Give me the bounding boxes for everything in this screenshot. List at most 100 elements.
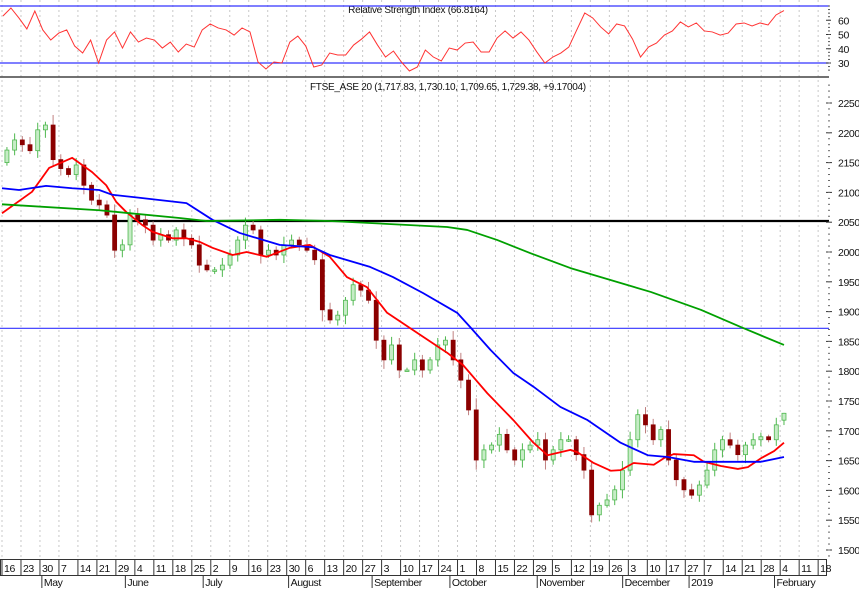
candle-up [596,502,602,522]
y-axis: 60 50 40 30 2250 2200 2150 2100 2050 2000 1950 1900… [826,5,859,557]
candle-body [758,436,764,441]
date-tick-label: 24 [441,563,452,575]
price-tick-label: 1650 [838,456,859,468]
candle-down [50,114,56,167]
month-label: 2019 [691,577,713,589]
date-tick-label: 12 [573,563,584,575]
candle-up [612,485,618,506]
date-tick-label: 8 [479,563,485,575]
price-tick-label: 1550 [838,515,859,527]
candle-up [212,267,218,275]
candle-body [635,414,641,441]
candle-down [689,483,695,499]
candle-body [566,439,571,442]
candle-down [504,428,510,454]
date-tick-label: 3 [630,563,636,575]
candle-body [96,199,102,206]
candle-up [227,249,233,269]
price-tick-label: 1500 [838,545,859,557]
candle-down [458,352,464,389]
candle-body [258,229,264,256]
candle-down [419,354,425,378]
date-tick-label: 29 [535,563,546,575]
price-title: FTSE_ASE 20 (1,717.83, 1,730.10, 1,709.6… [310,82,586,93]
candle-down [473,398,479,470]
date-tick-label: 7 [61,563,67,575]
candle-body [412,359,418,371]
candle-body [750,439,756,446]
candle-down [666,420,671,466]
candle-up [635,409,641,448]
rsi-tick-label: 60 [838,15,849,27]
candle-down [512,447,518,466]
candle-body [427,359,433,371]
date-tick-label: 21 [744,563,755,575]
price-tick-label: 2150 [838,158,859,170]
candle-up [496,427,502,452]
candle-up [712,442,718,477]
price-tick-label: 1800 [838,366,859,378]
month-label: October [452,577,487,589]
candle-down [319,252,325,322]
candle-body [335,314,341,321]
candle-body [319,259,325,311]
candle-down [189,234,194,249]
candle-down [366,281,371,304]
candle-down [250,220,256,235]
candle-body [243,224,248,241]
price-tick-label: 1950 [838,277,859,289]
date-tick-label: 30 [289,563,300,575]
candle-body [620,469,625,491]
date-tick-label: 10 [403,563,414,575]
date-tick-label: 23 [23,563,34,575]
date-tick-label: 18 [820,563,831,575]
price-tick-label: 2000 [838,247,859,259]
candle-body [104,204,110,216]
candle-body [466,379,471,411]
candle-body [712,449,718,471]
candle-down [735,439,741,461]
candle-up [773,417,779,446]
date-tick-label: 25 [194,563,205,575]
candle-body [266,249,271,256]
candle-body [350,284,356,301]
date-tick-label: 9 [232,563,238,575]
candle-body [27,144,33,152]
candle-body [419,359,425,371]
date-tick-label: 27 [365,563,376,575]
candle-body [558,439,564,451]
date-tick-label: 22 [516,563,527,575]
candle-up [758,432,764,447]
candle-body [681,479,687,491]
candle-body [50,124,56,161]
candle-down [466,374,471,416]
candle-body [781,412,787,421]
candle-body [720,439,725,451]
month-label: July [205,577,223,589]
date-tick-label: 3 [384,563,390,575]
candle-up [435,337,441,367]
month-label: February [776,577,816,589]
candle-body [473,409,479,461]
candle-up [404,367,410,372]
candle-body [43,124,48,131]
candle-down [96,194,102,211]
candle-body [143,219,148,226]
candle-up [696,480,702,502]
month-label: November [539,577,585,589]
date-tick-label: 10 [649,563,660,575]
candle-up [489,442,495,454]
candle-body [443,339,448,346]
candle-body [704,469,710,486]
candle-body [481,449,487,461]
candle-body [296,239,302,246]
candle-body [112,214,118,251]
candle-body [312,249,318,261]
candle-body [396,344,402,371]
candle-down [27,136,33,155]
candle-body [12,139,18,151]
candle-down [19,136,25,152]
candle-down [581,447,587,479]
candle-down [58,154,64,176]
candle-up [43,121,48,138]
